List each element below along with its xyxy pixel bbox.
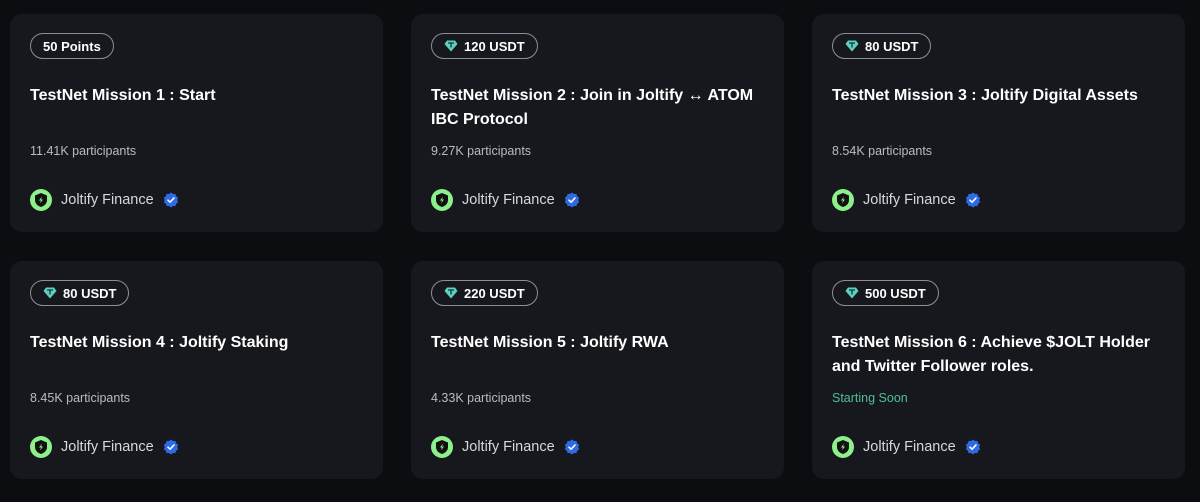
mission-title[interactable]: TestNet Mission 3 : Joltify Digital Asse…: [832, 84, 1172, 108]
mission-card[interactable]: 500 USDT TestNet Mission 6 : Achieve $JO…: [812, 261, 1185, 479]
mission-status: Starting Soon: [832, 391, 908, 405]
joltify-logo-icon: [832, 436, 854, 458]
verified-badge-icon: [564, 439, 579, 455]
reward-label: 120 USDT: [464, 38, 525, 54]
joltify-logo-icon: [30, 189, 52, 211]
participants-count: 11.41K participants: [30, 144, 137, 158]
usdt-diamond-icon: [845, 40, 859, 52]
joltify-logo-icon: [431, 189, 453, 211]
verified-badge-icon: [163, 439, 178, 455]
organizer-name: Joltify Finance: [462, 439, 555, 455]
reward-badge: 80 USDT: [30, 280, 130, 306]
participants-count: 9.27K participants: [431, 144, 532, 158]
reward-badge: 80 USDT: [832, 33, 932, 59]
reward-label: 220 USDT: [464, 285, 525, 301]
organizer-name: Joltify Finance: [61, 439, 154, 455]
mission-title[interactable]: TestNet Mission 4 : Joltify Staking: [30, 331, 370, 355]
organizer-name: Joltify Finance: [462, 192, 555, 208]
mission-title[interactable]: TestNet Mission 5 : Joltify RWA: [431, 331, 771, 355]
mission-card[interactable]: 80 USDT TestNet Mission 3 : Joltify Digi…: [812, 14, 1185, 232]
organizer[interactable]: Joltify Finance: [832, 189, 981, 211]
reward-badge: 220 USDT: [431, 280, 538, 306]
organizer[interactable]: Joltify Finance: [431, 436, 580, 458]
organizer[interactable]: Joltify Finance: [30, 189, 179, 211]
organizer[interactable]: Joltify Finance: [30, 436, 179, 458]
mission-title[interactable]: TestNet Mission 2 : Join in Joltify ↔ AT…: [431, 84, 771, 132]
participants-count: 8.54K participants: [832, 144, 933, 158]
verified-badge-icon: [163, 192, 178, 208]
mission-title[interactable]: TestNet Mission 6 : Achieve $JOLT Holder…: [832, 331, 1172, 379]
reward-label: 50 Points: [43, 38, 101, 54]
usdt-diamond-icon: [43, 287, 57, 299]
organizer[interactable]: Joltify Finance: [431, 189, 580, 211]
usdt-diamond-icon: [444, 40, 458, 52]
joltify-logo-icon: [431, 436, 453, 458]
mission-title[interactable]: TestNet Mission 1 : Start: [30, 84, 370, 108]
mission-card[interactable]: 50 Points TestNet Mission 1 : Start 11.4…: [10, 14, 383, 232]
mission-card[interactable]: 80 USDT TestNet Mission 4 : Joltify Stak…: [10, 261, 383, 479]
reward-label: 80 USDT: [63, 285, 117, 301]
usdt-diamond-icon: [845, 287, 859, 299]
verified-badge-icon: [965, 439, 980, 455]
verified-badge-icon: [965, 192, 980, 208]
organizer[interactable]: Joltify Finance: [832, 436, 981, 458]
reward-label: 80 USDT: [865, 38, 919, 54]
joltify-logo-icon: [832, 189, 854, 211]
verified-badge-icon: [564, 192, 579, 208]
reward-badge: 500 USDT: [832, 280, 939, 306]
participants-count: 4.33K participants: [431, 391, 532, 405]
joltify-logo-icon: [30, 436, 52, 458]
organizer-name: Joltify Finance: [863, 192, 956, 208]
mission-card[interactable]: 120 USDT TestNet Mission 2 : Join in Jol…: [411, 14, 784, 232]
reward-label: 500 USDT: [865, 285, 926, 301]
usdt-diamond-icon: [444, 287, 458, 299]
reward-badge: 50 Points: [30, 33, 114, 59]
organizer-name: Joltify Finance: [863, 439, 956, 455]
reward-badge: 120 USDT: [431, 33, 538, 59]
organizer-name: Joltify Finance: [61, 192, 154, 208]
participants-count: 8.45K participants: [30, 391, 131, 405]
missions-grid: 50 Points TestNet Mission 1 : Start 11.4…: [0, 0, 1200, 502]
mission-card[interactable]: 220 USDT TestNet Mission 5 : Joltify RWA…: [411, 261, 784, 479]
